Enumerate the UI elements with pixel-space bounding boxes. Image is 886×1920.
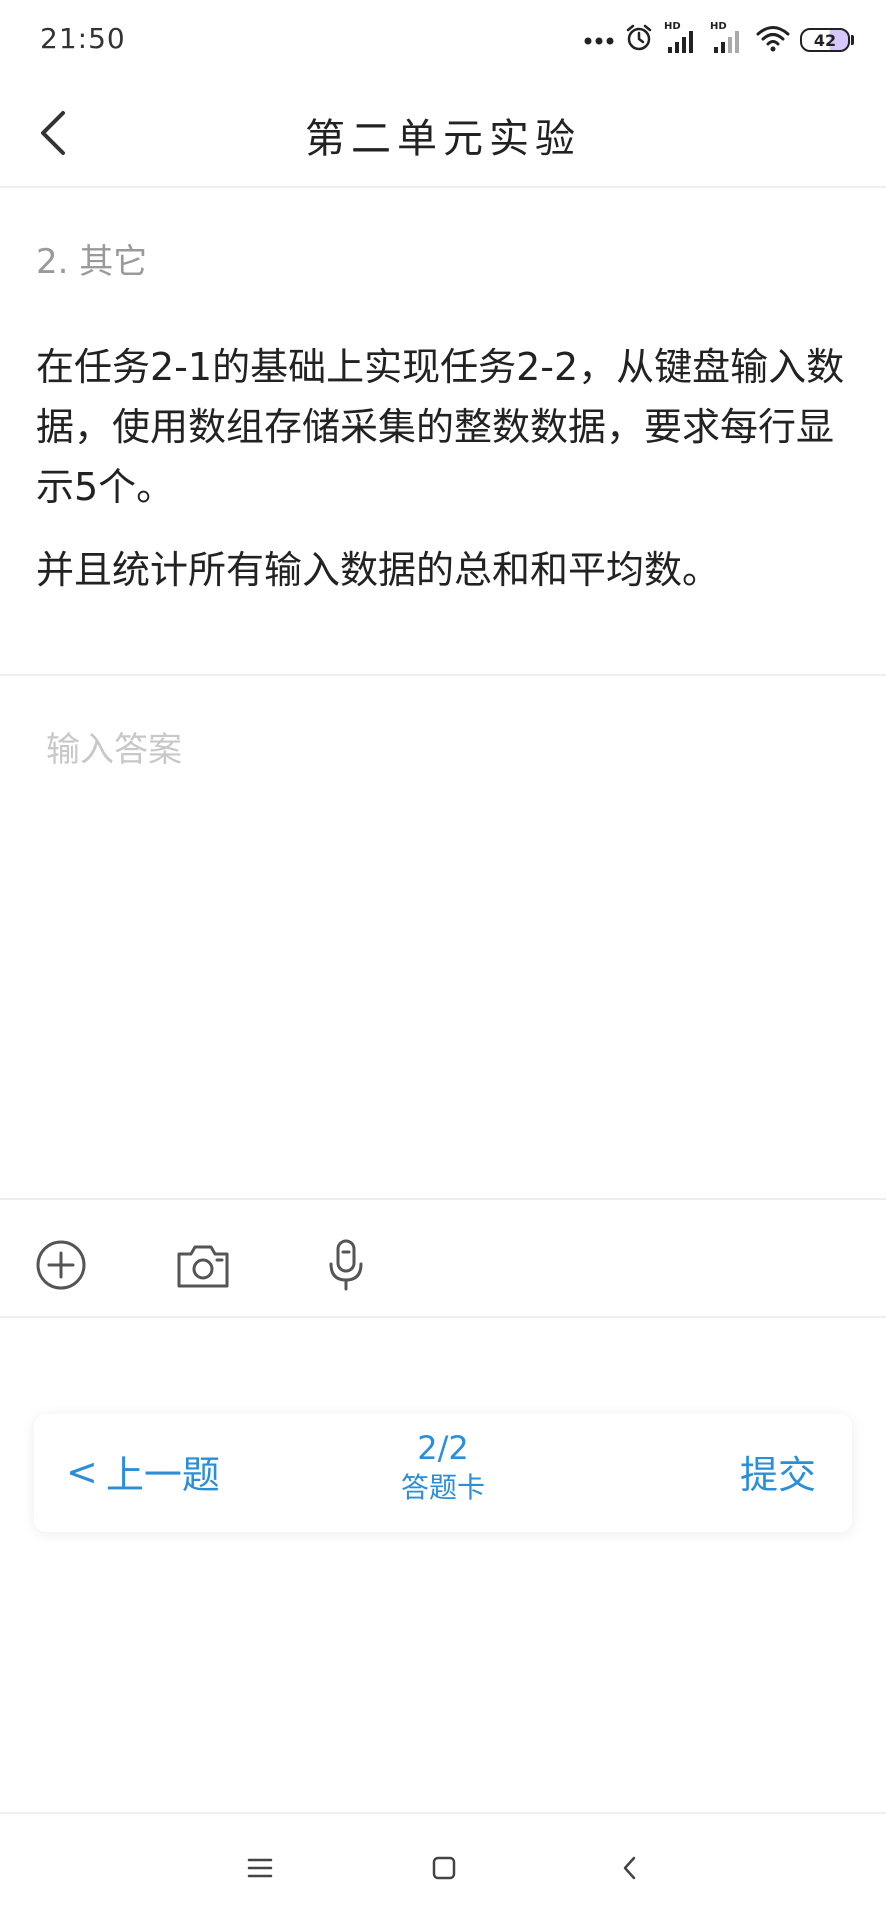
- hd-signal-icon: HD: [710, 21, 746, 55]
- home-square-icon: [432, 1856, 456, 1880]
- status-icons: HD HD 42: [574, 20, 854, 60]
- camera-button[interactable]: [170, 1232, 236, 1298]
- wifi-icon: [756, 24, 790, 56]
- divider: [0, 1198, 886, 1200]
- question-paragraph: 在任务2-1的基础上实现任务2-2，从键盘输入数据，使用数组存储采集的整数数据，…: [36, 345, 845, 509]
- question-progress: 2/2: [417, 1429, 469, 1467]
- question-nav-card: < 上一题 2/2 答题卡 提交: [34, 1414, 852, 1532]
- battery-icon: 42: [800, 28, 854, 52]
- add-attachment-button[interactable]: [28, 1232, 94, 1298]
- status-time: 21:50: [40, 22, 126, 55]
- alarm-icon: [624, 23, 654, 57]
- question-label: 2. 其它: [36, 242, 148, 282]
- battery-level: 42: [813, 30, 837, 50]
- system-back-button[interactable]: [600, 1838, 660, 1898]
- header: 第二单元实验: [0, 80, 886, 188]
- page-title: 第二单元实验: [305, 116, 581, 162]
- home-button[interactable]: [414, 1838, 474, 1898]
- question-paragraph: 并且统计所有输入数据的总和和平均数。: [36, 548, 721, 592]
- status-bar: 21:50 HD HD 42: [0, 0, 886, 80]
- hd-signal-icon: HD: [664, 21, 700, 55]
- more-dots-icon: [584, 31, 614, 50]
- system-nav-bar: [0, 1812, 886, 1920]
- app-screen: 21:50 HD HD 42 第二单元实验 2. 其它 在任务2-1的基础上实现…: [0, 0, 886, 1920]
- menu-icon: [247, 1858, 273, 1878]
- voice-button[interactable]: [313, 1232, 379, 1298]
- answer-input[interactable]: [30, 708, 856, 1158]
- add-circle-icon: [36, 1240, 86, 1290]
- recent-apps-button[interactable]: [230, 1838, 290, 1898]
- back-icon: [623, 1856, 636, 1880]
- divider: [0, 674, 886, 676]
- submit-button[interactable]: 提交: [740, 1444, 816, 1499]
- divider: [0, 1316, 886, 1318]
- microphone-icon: [329, 1239, 363, 1291]
- answer-card-button[interactable]: 2/2 答题卡: [34, 1428, 852, 1508]
- camera-icon: [177, 1245, 229, 1288]
- answer-card-label: 答题卡: [400, 1471, 485, 1504]
